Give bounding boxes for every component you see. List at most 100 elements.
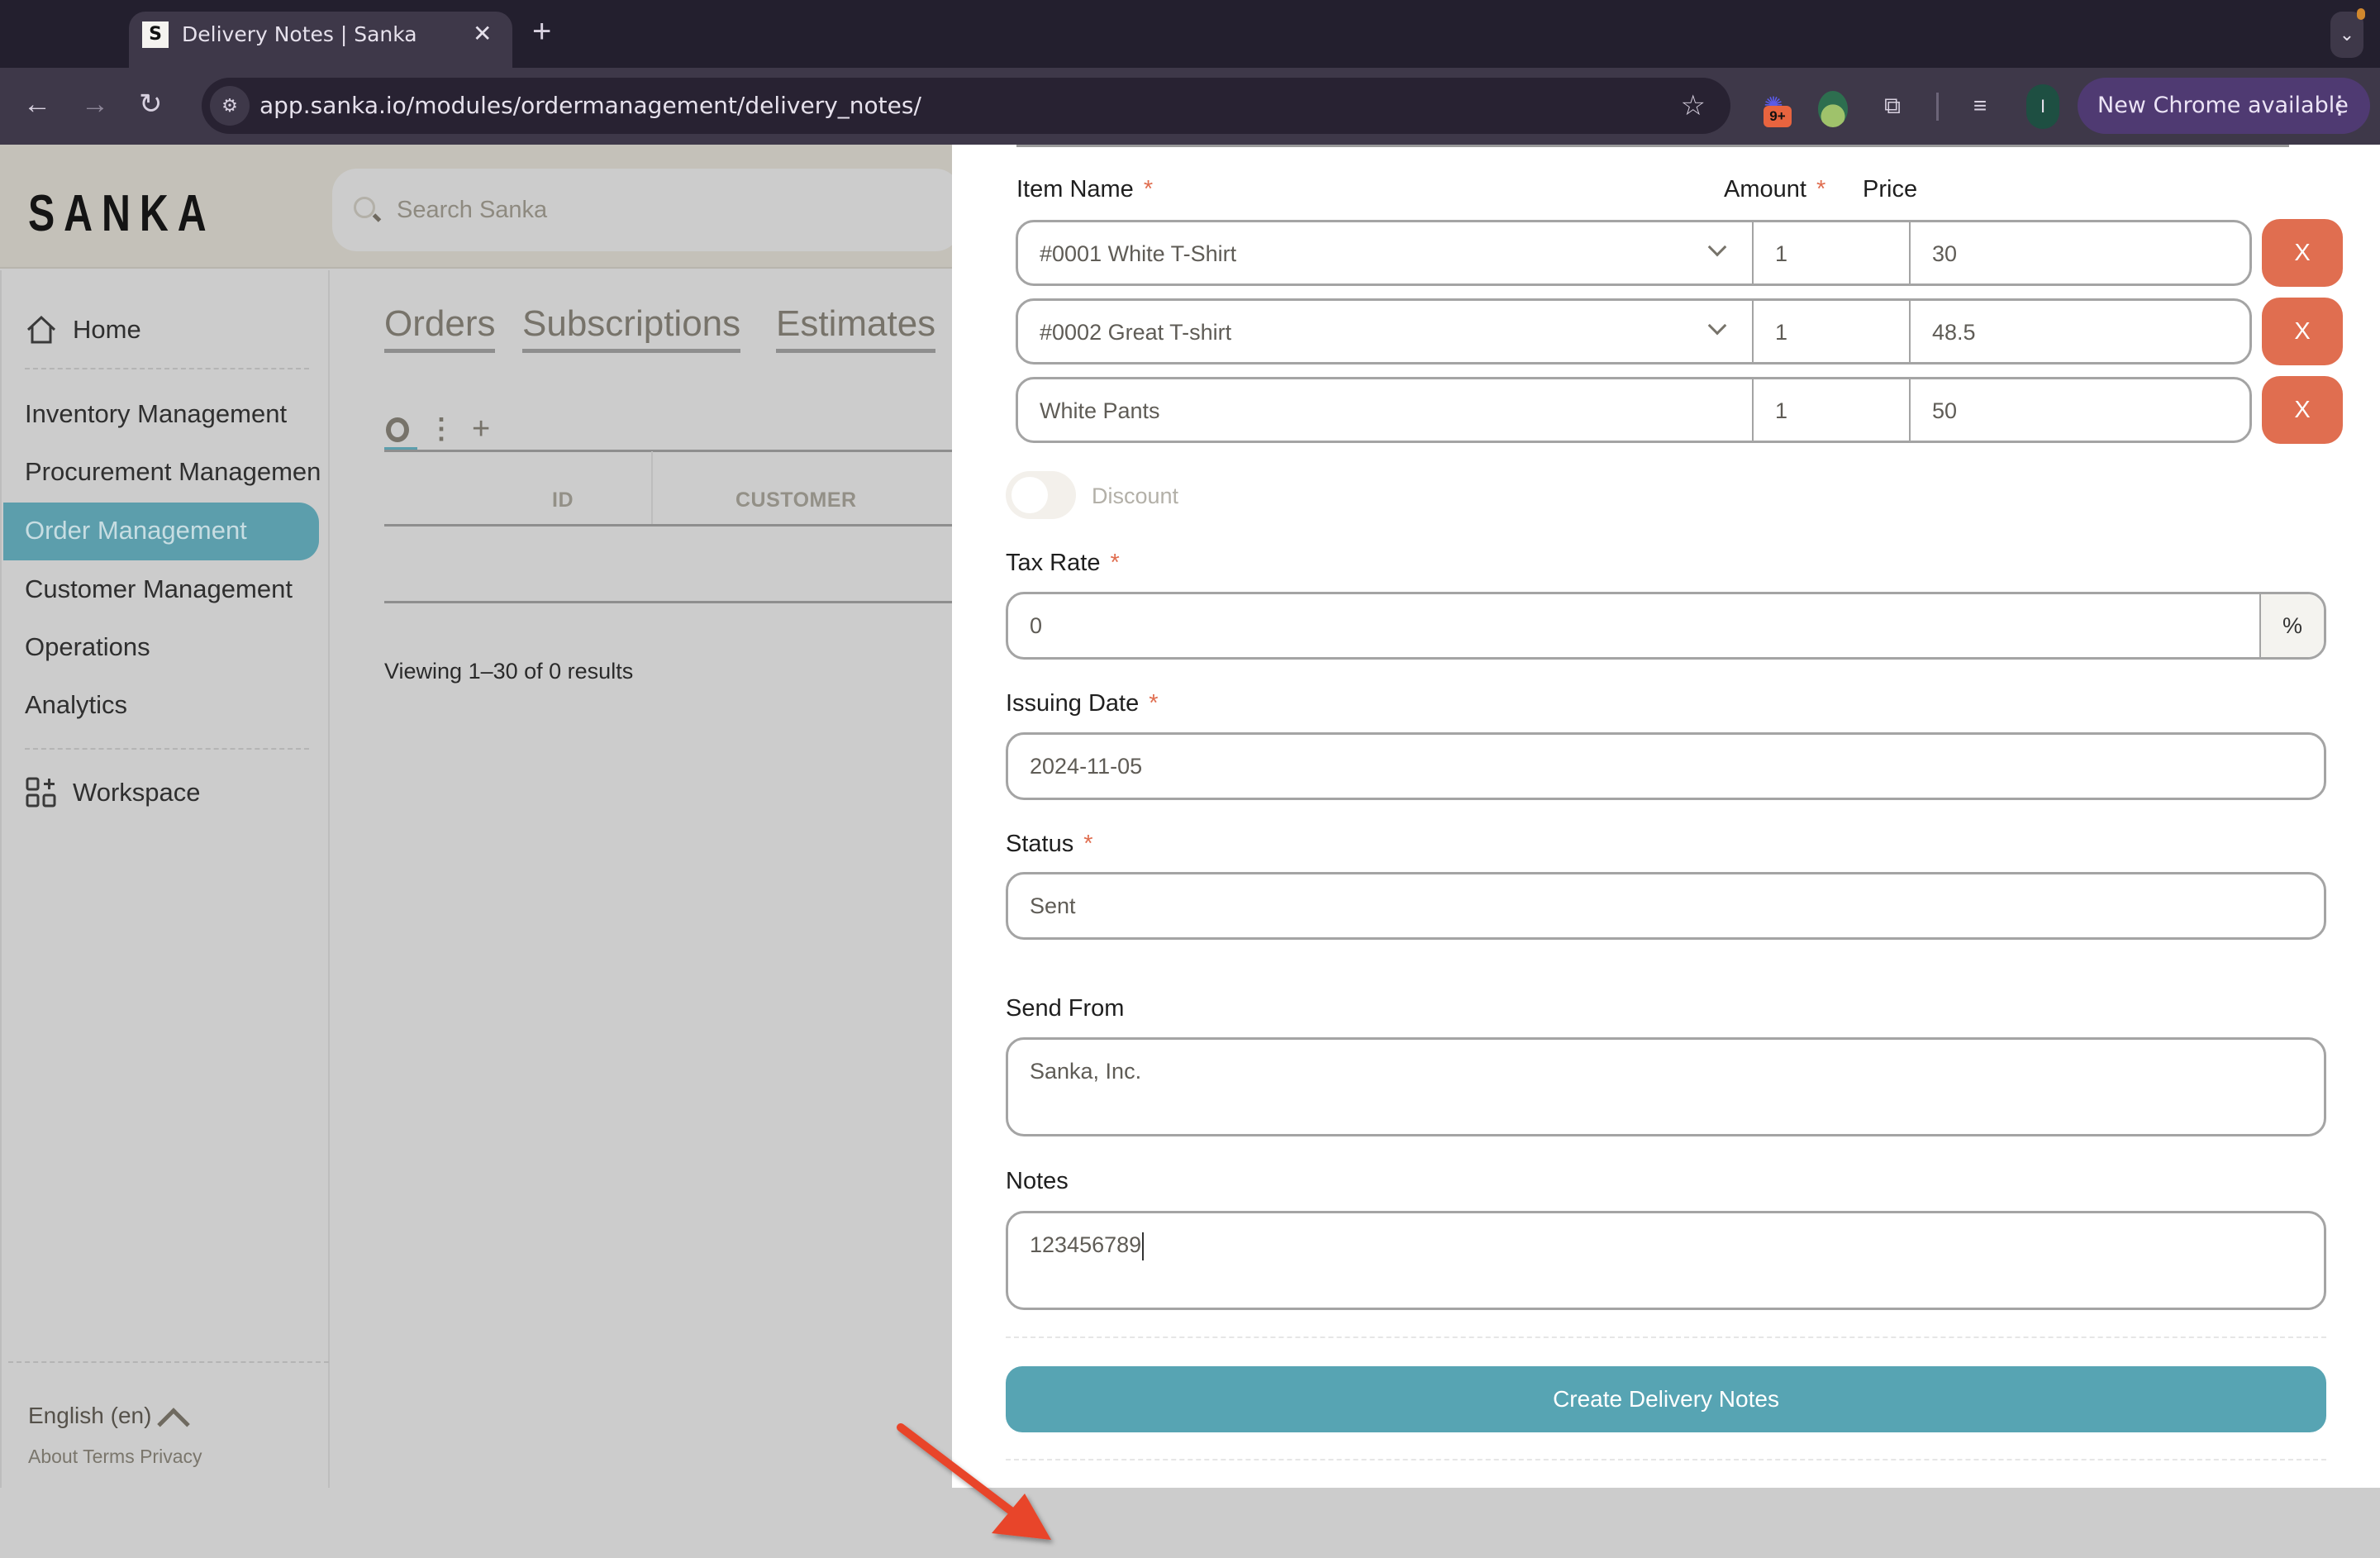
price-input[interactable]: 50 — [1911, 379, 2249, 441]
sidebar-item-operations[interactable]: Operations — [25, 629, 150, 665]
required-mark: * — [1083, 831, 1093, 857]
update-label: New Chrome available — [2097, 93, 2349, 118]
discount-toggle[interactable] — [1006, 471, 1076, 519]
sidebar-divider — [25, 368, 309, 369]
tab-orders[interactable]: Orders — [384, 299, 496, 353]
discount-label: Discount — [1092, 484, 1179, 508]
logo[interactable]: SANKA — [28, 184, 216, 243]
chevron-down-icon[interactable] — [1707, 316, 1727, 336]
search-icon — [354, 197, 375, 218]
status-label: Status * — [1006, 831, 1093, 857]
kebab-icon[interactable]: ⋮ — [2327, 78, 2352, 134]
create-delivery-notes-button[interactable]: Create Delivery Notes — [1006, 1366, 2326, 1432]
media-icon[interactable]: ≡ — [1960, 86, 2000, 126]
price-input[interactable]: 48.5 — [1911, 301, 2249, 362]
tax-rate-input[interactable]: 0 % — [1006, 592, 2326, 660]
url-text[interactable]: app.sanka.io/modules/ordermanagement/del… — [259, 91, 921, 121]
amount-input[interactable]: 1 — [1752, 301, 1911, 362]
extension-badge: 9+ — [1764, 106, 1792, 127]
table-header-border — [384, 524, 954, 526]
tab-subscriptions[interactable]: Subscriptions — [522, 299, 741, 353]
toggle-knob — [1011, 477, 1048, 513]
delivery-note-form-drawer: Item Name * Amount * Price #0001 White T-S… — [952, 145, 2380, 1488]
line-item-row: #0002 Great T-shirt 1 48.5 — [1016, 298, 2252, 364]
table-body-border — [384, 601, 954, 603]
item-name-label: Item Name * — [1016, 176, 1154, 202]
sidebar-divider — [25, 748, 309, 750]
tab-search-button[interactable]: ⌄ — [2330, 8, 2365, 58]
chevron-down-icon: ⌄ — [2339, 24, 2355, 45]
main-content: Orders Subscriptions Estimates ⋮ + ID CU… — [331, 270, 954, 1488]
column-header-id[interactable]: ID — [552, 485, 574, 515]
text-cursor — [1142, 1232, 1145, 1260]
app: SANKA Search Sanka Home Inventory Manage… — [0, 145, 2380, 1540]
amount-label: Amount * — [1724, 176, 1826, 202]
back-icon[interactable]: ← — [23, 88, 51, 121]
required-mark: * — [1149, 690, 1159, 717]
tab-estimates[interactable]: Estimates — [776, 299, 936, 353]
chrome-update-button[interactable]: New Chrome available ⋮ — [2078, 78, 2370, 134]
tab-title: Delivery Notes | Sanka — [182, 22, 417, 46]
sidebar-item-customer[interactable]: Customer Management — [25, 571, 293, 607]
annotation-arrow-icon — [897, 1423, 1051, 1540]
browser-tab[interactable]: S Delivery Notes | Sanka ✕ — [129, 12, 512, 69]
price-label: Price — [1863, 176, 1918, 202]
reload-icon[interactable]: ↻ — [139, 88, 163, 121]
search-input[interactable]: Search Sanka — [332, 169, 960, 251]
sidebar-item-order-management[interactable]: Order Management — [3, 503, 319, 560]
browser-title-bar: S Delivery Notes | Sanka ✕ + ⌄ — [0, 0, 2380, 69]
language-selector[interactable]: English (en) — [28, 1399, 151, 1432]
line-item-row: White Pants 1 50 — [1016, 377, 2252, 443]
percent-suffix: % — [2259, 594, 2324, 657]
tab-close-icon[interactable]: ✕ — [473, 20, 492, 48]
forward-icon[interactable]: → — [81, 88, 109, 121]
sidebar-item-inventory[interactable]: Inventory Management — [25, 396, 287, 432]
sidebar-item-label: Order Management — [25, 516, 247, 545]
site-info-icon[interactable]: ⚙ — [210, 86, 250, 126]
column-header-customer[interactable]: CUSTOMER — [735, 485, 857, 515]
frog-extension-icon[interactable] — [1818, 91, 1848, 127]
item-select[interactable]: #0001 White T-Shirt — [1040, 237, 1236, 270]
notes-label: Notes — [1006, 1168, 1069, 1194]
add-view-button[interactable]: + — [472, 411, 490, 447]
issuing-date-input[interactable]: 2024-11-05 — [1006, 732, 2326, 800]
notification-dot — [2357, 8, 2365, 20]
view-options-icon[interactable]: ⋮ — [427, 411, 455, 447]
remove-item-button[interactable]: X — [2262, 376, 2343, 444]
view-circle-icon[interactable] — [386, 417, 409, 442]
puzzle-icon[interactable]: ⧉ — [1873, 86, 1912, 126]
amount-input[interactable]: 1 — [1752, 222, 1911, 283]
column-divider — [651, 451, 653, 526]
amount-input[interactable]: 1 — [1752, 379, 1911, 441]
sidebar-footer-divider — [8, 1361, 329, 1363]
sidebar-item-home[interactable]: Home — [73, 312, 141, 348]
drawer-top-border — [1016, 145, 2289, 147]
required-mark: * — [1816, 176, 1826, 202]
send-from-label: Send From — [1006, 995, 1125, 1022]
home-icon — [26, 315, 56, 344]
form-divider — [1006, 1336, 2326, 1338]
required-mark: * — [1110, 550, 1120, 576]
remove-item-button[interactable]: X — [2262, 298, 2343, 365]
sidebar-item-workspace[interactable]: Workspace — [73, 774, 201, 811]
workspace-icon — [26, 777, 56, 808]
pagination-summary: Viewing 1–30 of 0 results — [384, 659, 634, 684]
sidebar-item-analytics[interactable]: Analytics — [25, 687, 127, 723]
star-icon[interactable]: ☆ — [1681, 89, 1706, 122]
form-divider — [1006, 1459, 2326, 1460]
send-from-textarea[interactable]: Sanka, Inc. — [1006, 1037, 2326, 1136]
profile-avatar[interactable]: I — [2026, 84, 2059, 129]
tax-rate-label: Tax Rate * — [1006, 550, 1120, 576]
price-input[interactable]: 30 — [1911, 222, 2249, 283]
footer-links[interactable]: About Terms Privacy — [28, 1443, 202, 1470]
sidebar-item-procurement[interactable]: Procurement Managemen — [25, 454, 321, 490]
item-name-input[interactable]: White Pants — [1040, 394, 1160, 427]
new-tab-button[interactable]: + — [532, 15, 551, 48]
favicon-icon: S — [142, 21, 169, 48]
remove-item-button[interactable]: X — [2262, 219, 2343, 287]
status-select[interactable]: Sent — [1006, 872, 2326, 940]
notes-textarea[interactable]: 123456789 — [1006, 1211, 2326, 1310]
chevron-down-icon[interactable] — [1707, 237, 1727, 257]
address-bar[interactable]: ⚙ app.sanka.io/modules/ordermanagement/d… — [202, 78, 1730, 134]
item-select[interactable]: #0002 Great T-shirt — [1040, 316, 1231, 349]
